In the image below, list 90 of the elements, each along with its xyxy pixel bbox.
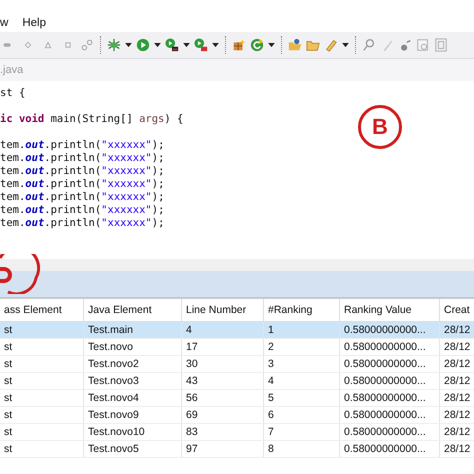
table-cell: 28/12 <box>440 441 474 457</box>
table-row[interactable]: st Test.novo9 69 6 0.58000000000... 28/12 <box>0 407 474 424</box>
table-cell: 0.58000000000... <box>340 373 440 389</box>
dropdown-caret-icon[interactable] <box>125 42 132 48</box>
table-cell: 1 <box>264 322 340 338</box>
table-cell: Test.novo5 <box>84 441 182 457</box>
table-cell: st <box>0 441 84 457</box>
table-row[interactable]: st Test.main 4 1 0.58000000000... 28/12 <box>0 322 474 339</box>
table-cell: 0.58000000000... <box>340 424 440 440</box>
code-line: ic void main(String[] args) { <box>0 113 184 125</box>
column-header[interactable]: Line Number <box>182 299 264 321</box>
table-row[interactable]: st Test.novo10 83 7 0.58000000000... 28/12 <box>0 424 474 441</box>
table-cell: 0.58000000000... <box>340 407 440 423</box>
document-icon[interactable] <box>416 38 430 52</box>
table-cell: 28/12 <box>440 339 474 355</box>
table-cell: st <box>0 407 84 423</box>
dropdown-caret-icon[interactable] <box>183 42 190 48</box>
link-icon[interactable] <box>80 38 94 52</box>
bug-icon[interactable] <box>107 38 121 52</box>
table-cell: 28/12 <box>440 373 474 389</box>
table-cell: 3 <box>264 356 340 372</box>
table-cell: 28/12 <box>440 322 474 338</box>
package-icon[interactable] <box>232 38 246 52</box>
column-header[interactable]: Java Element <box>84 299 182 321</box>
table-row[interactable]: st Test.novo3 43 4 0.58000000000... 28/12 <box>0 373 474 390</box>
table-cell: 17 <box>182 339 264 355</box>
code-line: tem.out.println("xxxxxx"); <box>0 178 164 190</box>
table-cell: st <box>0 373 84 389</box>
annotation-circle: B <box>358 105 402 149</box>
menu-item[interactable]: Help <box>22 17 46 29</box>
table-cell: 30 <box>182 356 264 372</box>
run-terminal-icon[interactable] <box>165 38 179 52</box>
table-cell: 7 <box>264 424 340 440</box>
table-cell: st <box>0 390 84 406</box>
menu-item[interactable]: w <box>0 17 8 29</box>
table-cell: 28/12 <box>440 356 474 372</box>
table-row[interactable]: st Test.novo4 56 5 0.58000000000... 28/12 <box>0 390 474 407</box>
table-row[interactable]: st Test.novo2 30 3 0.58000000000... 28/12 <box>0 356 474 373</box>
folder-icon[interactable] <box>288 38 302 52</box>
code-line: tem.out.println("xxxxxx"); <box>0 217 164 229</box>
table-cell: 0.58000000000... <box>340 390 440 406</box>
table-cell: Test.novo2 <box>84 356 182 372</box>
dropdown-caret-icon[interactable] <box>342 42 349 48</box>
table-cell: Test.novo9 <box>84 407 182 423</box>
table-cell: 5 <box>264 390 340 406</box>
annotation-circle-drawing <box>0 254 40 294</box>
code-line: tem.out.println("xxxxxx"); <box>0 191 164 203</box>
table-cell: st <box>0 424 84 440</box>
table-cell: st <box>0 339 84 355</box>
table-cell: st <box>0 356 84 372</box>
code-line: st { <box>0 87 26 99</box>
column-header[interactable]: Creat <box>440 299 474 321</box>
table-cell: 0.58000000000... <box>340 322 440 338</box>
table-cell: 4 <box>264 373 340 389</box>
table-cell: Test.main <box>84 322 182 338</box>
table-cell: 69 <box>182 407 264 423</box>
table-row[interactable]: st Test.novo5 97 8 0.58000000000... 28/12 <box>0 441 474 458</box>
column-header[interactable]: Ranking Value <box>340 299 440 321</box>
table-cell: 8 <box>264 441 340 457</box>
run-stop-icon[interactable] <box>194 38 208 52</box>
table-cell: 56 <box>182 390 264 406</box>
column-header[interactable]: ass Element <box>0 299 84 321</box>
table-cell: Test.novo4 <box>84 390 182 406</box>
table-cell: Test.novo10 <box>84 424 182 440</box>
code-line: tem.out.println("xxxxxx"); <box>0 204 164 216</box>
table-cell: 4 <box>182 322 264 338</box>
table-cell: 28/12 <box>440 424 474 440</box>
table-cell: 2 <box>264 339 340 355</box>
table-cell: 28/12 <box>440 390 474 406</box>
code-line: tem.out.println("xxxxxx"); <box>0 139 164 151</box>
dropdown-caret-icon[interactable] <box>154 42 161 48</box>
table-cell: st <box>0 322 84 338</box>
code-line: tem.out.println("xxxxxx"); <box>0 152 164 164</box>
dropdown-caret-icon[interactable] <box>268 42 275 48</box>
table-cell: 28/12 <box>440 407 474 423</box>
column-header[interactable]: #Ranking <box>264 299 340 321</box>
table-cell: 97 <box>182 441 264 457</box>
table-cell: 83 <box>182 424 264 440</box>
table-row[interactable]: st Test.novo 17 2 0.58000000000... 28/12 <box>0 339 474 356</box>
code-line: tem.out.println("xxxxxx"); <box>0 165 164 177</box>
table-cell: 6 <box>264 407 340 423</box>
table-cell: Test.novo <box>84 339 182 355</box>
folder-icon[interactable] <box>306 38 320 52</box>
table-cell: 0.58000000000... <box>340 441 440 457</box>
table-cell: Test.novo3 <box>84 373 182 389</box>
page-icon[interactable] <box>434 38 448 52</box>
table-cell: 0.58000000000... <box>340 356 440 372</box>
dropdown-caret-icon[interactable] <box>212 42 219 48</box>
table-cell: 43 <box>182 373 264 389</box>
table-cell: 0.58000000000... <box>340 339 440 355</box>
